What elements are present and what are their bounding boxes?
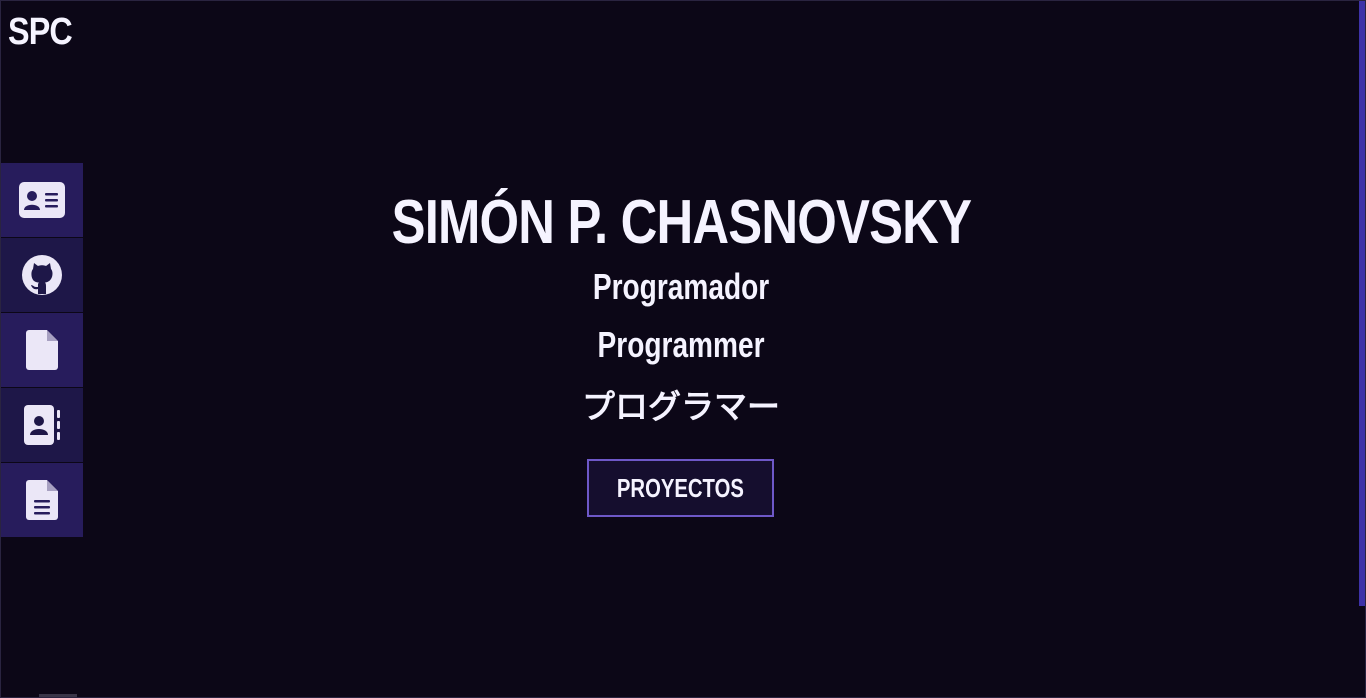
hero-role-es: Programador <box>1 265 1361 309</box>
logo-text: SPC <box>8 11 73 53</box>
hero-role-en-text: Programmer <box>597 324 765 365</box>
bottom-indicator <box>39 694 77 697</box>
hero-name: SIMÓN P. CHASNOVSKY <box>1 187 1361 259</box>
hero-role-en: Programmer <box>1 323 1361 367</box>
sidebar-item-resume[interactable] <box>1 463 83 537</box>
projects-button-label: PROYECTOS <box>617 472 744 503</box>
hero-role-ja-text: プログラマー <box>582 387 780 426</box>
file-text-icon <box>26 480 58 520</box>
projects-button[interactable]: PROYECTOS <box>587 459 774 517</box>
hero-role-es-text: Programador <box>592 266 770 307</box>
hero-name-text: SIMÓN P. CHASNOVSKY <box>391 188 971 257</box>
scrollbar[interactable] <box>1359 1 1365 606</box>
site-logo[interactable]: SPC <box>8 11 73 53</box>
hero-role-ja: プログラマー <box>1 385 1361 429</box>
page: SPC SIMÓN P. CHASNOVSKY Programador Prog… <box>0 0 1366 698</box>
